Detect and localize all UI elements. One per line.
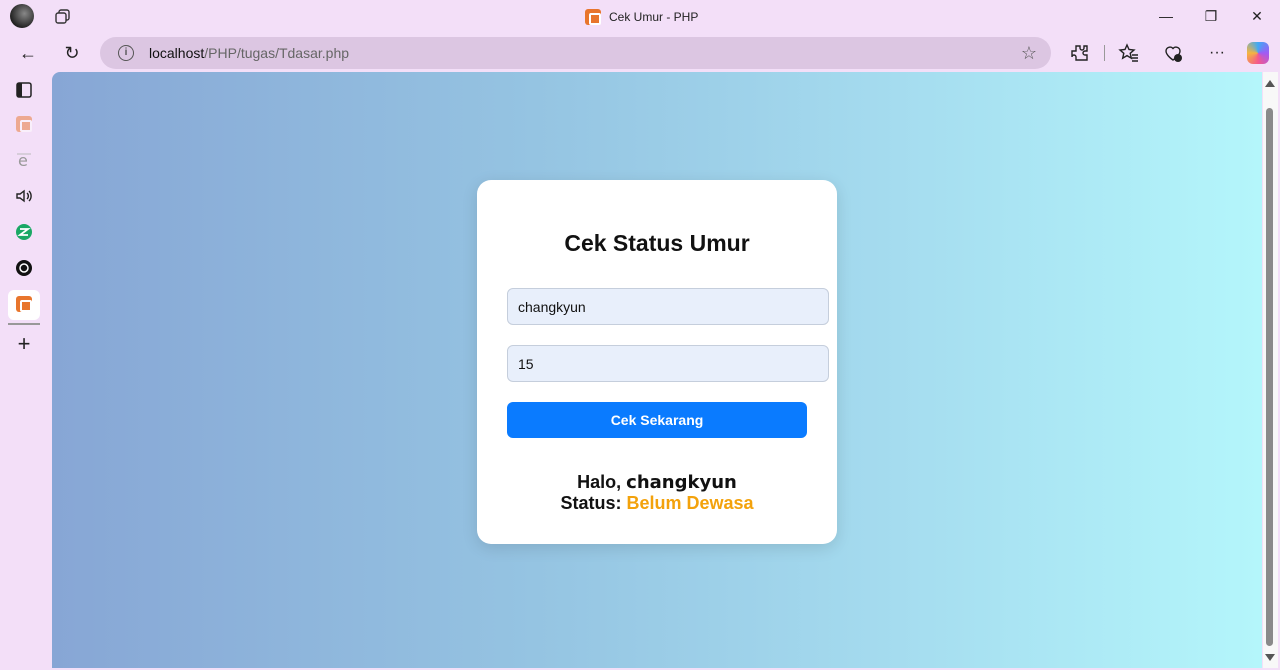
sidebar-tab-xampp-active[interactable] bbox=[14, 294, 34, 314]
xampp-icon bbox=[16, 296, 32, 312]
sidebar-tab-e-icon[interactable]: e bbox=[14, 150, 34, 170]
scroll-down-arrow[interactable] bbox=[1265, 654, 1275, 661]
page-viewport: Cek Status Umur Cek Sekarang Halo, chang… bbox=[52, 72, 1262, 668]
toolbar-divider bbox=[1104, 45, 1105, 61]
favorites-icon[interactable] bbox=[1118, 42, 1140, 64]
more-options-icon[interactable]: ··· bbox=[1206, 42, 1228, 64]
url-text[interactable]: localhost/PHP/tugas/Tdasar.php bbox=[149, 45, 349, 61]
profile-avatar[interactable] bbox=[10, 4, 34, 28]
copilot-icon[interactable] bbox=[1247, 42, 1269, 64]
greeting-label: Halo, bbox=[577, 472, 622, 492]
refresh-button[interactable]: ↻ bbox=[61, 42, 83, 64]
vertical-tab-sidebar: e + bbox=[0, 72, 50, 670]
xampp-icon bbox=[16, 116, 32, 132]
address-bar[interactable]: i localhost/PHP/tugas/Tdasar.php ☆ bbox=[100, 37, 1051, 69]
active-tab[interactable]: Cek Umur - PHP bbox=[585, 8, 698, 26]
greeting-line: Halo, changkyun bbox=[477, 472, 837, 493]
greeting-name: changkyun bbox=[626, 472, 737, 493]
restore-button[interactable]: ❐ bbox=[1201, 6, 1221, 26]
status-line: Status: Belum Dewasa bbox=[477, 493, 837, 514]
tab-title-text: Cek Umur - PHP bbox=[609, 10, 699, 24]
workspaces-icon[interactable] bbox=[54, 8, 72, 26]
age-check-card: Cek Status Umur Cek Sekarang Halo, chang… bbox=[477, 180, 837, 544]
scroll-thumb[interactable] bbox=[1266, 108, 1273, 646]
browser-toolbar: ← ↻ i localhost/PHP/tugas/Tdasar.php ☆ ·… bbox=[0, 34, 1280, 72]
check-now-button[interactable]: Cek Sekarang bbox=[507, 402, 807, 438]
site-info-icon[interactable]: i bbox=[118, 45, 134, 61]
sidebar-tab-xampp-faded[interactable] bbox=[14, 114, 34, 134]
sidebar-tab-chatgpt-icon[interactable] bbox=[14, 258, 34, 278]
back-button[interactable]: ← bbox=[17, 42, 39, 64]
sidebar-divider bbox=[8, 323, 40, 325]
xampp-icon bbox=[585, 9, 601, 25]
status-value: Belum Dewasa bbox=[626, 493, 754, 513]
page-scrollbar[interactable] bbox=[1263, 72, 1278, 668]
favorite-star-icon[interactable]: ☆ bbox=[1021, 43, 1037, 64]
url-host: localhost bbox=[149, 45, 205, 61]
title-bar: Cek Umur - PHP — ❐ ✕ bbox=[0, 0, 1280, 34]
name-input[interactable] bbox=[507, 288, 829, 325]
status-label: Status: bbox=[560, 493, 622, 513]
sidebar-tab-green-icon[interactable] bbox=[14, 222, 34, 242]
browser-essentials-icon[interactable] bbox=[1162, 42, 1184, 64]
close-button[interactable]: ✕ bbox=[1247, 6, 1267, 26]
age-input[interactable] bbox=[507, 345, 829, 382]
extensions-icon[interactable] bbox=[1069, 42, 1091, 64]
sidebar-tab-audio-icon[interactable] bbox=[14, 186, 34, 206]
minimize-button[interactable]: — bbox=[1156, 6, 1176, 26]
new-tab-plus-icon[interactable]: + bbox=[14, 331, 34, 356]
scroll-up-arrow[interactable] bbox=[1265, 80, 1275, 87]
page-title: Cek Status Umur bbox=[564, 230, 750, 256]
tab-actions-icon[interactable] bbox=[14, 80, 34, 100]
url-path: /PHP/tugas/Tdasar.php bbox=[204, 45, 350, 61]
